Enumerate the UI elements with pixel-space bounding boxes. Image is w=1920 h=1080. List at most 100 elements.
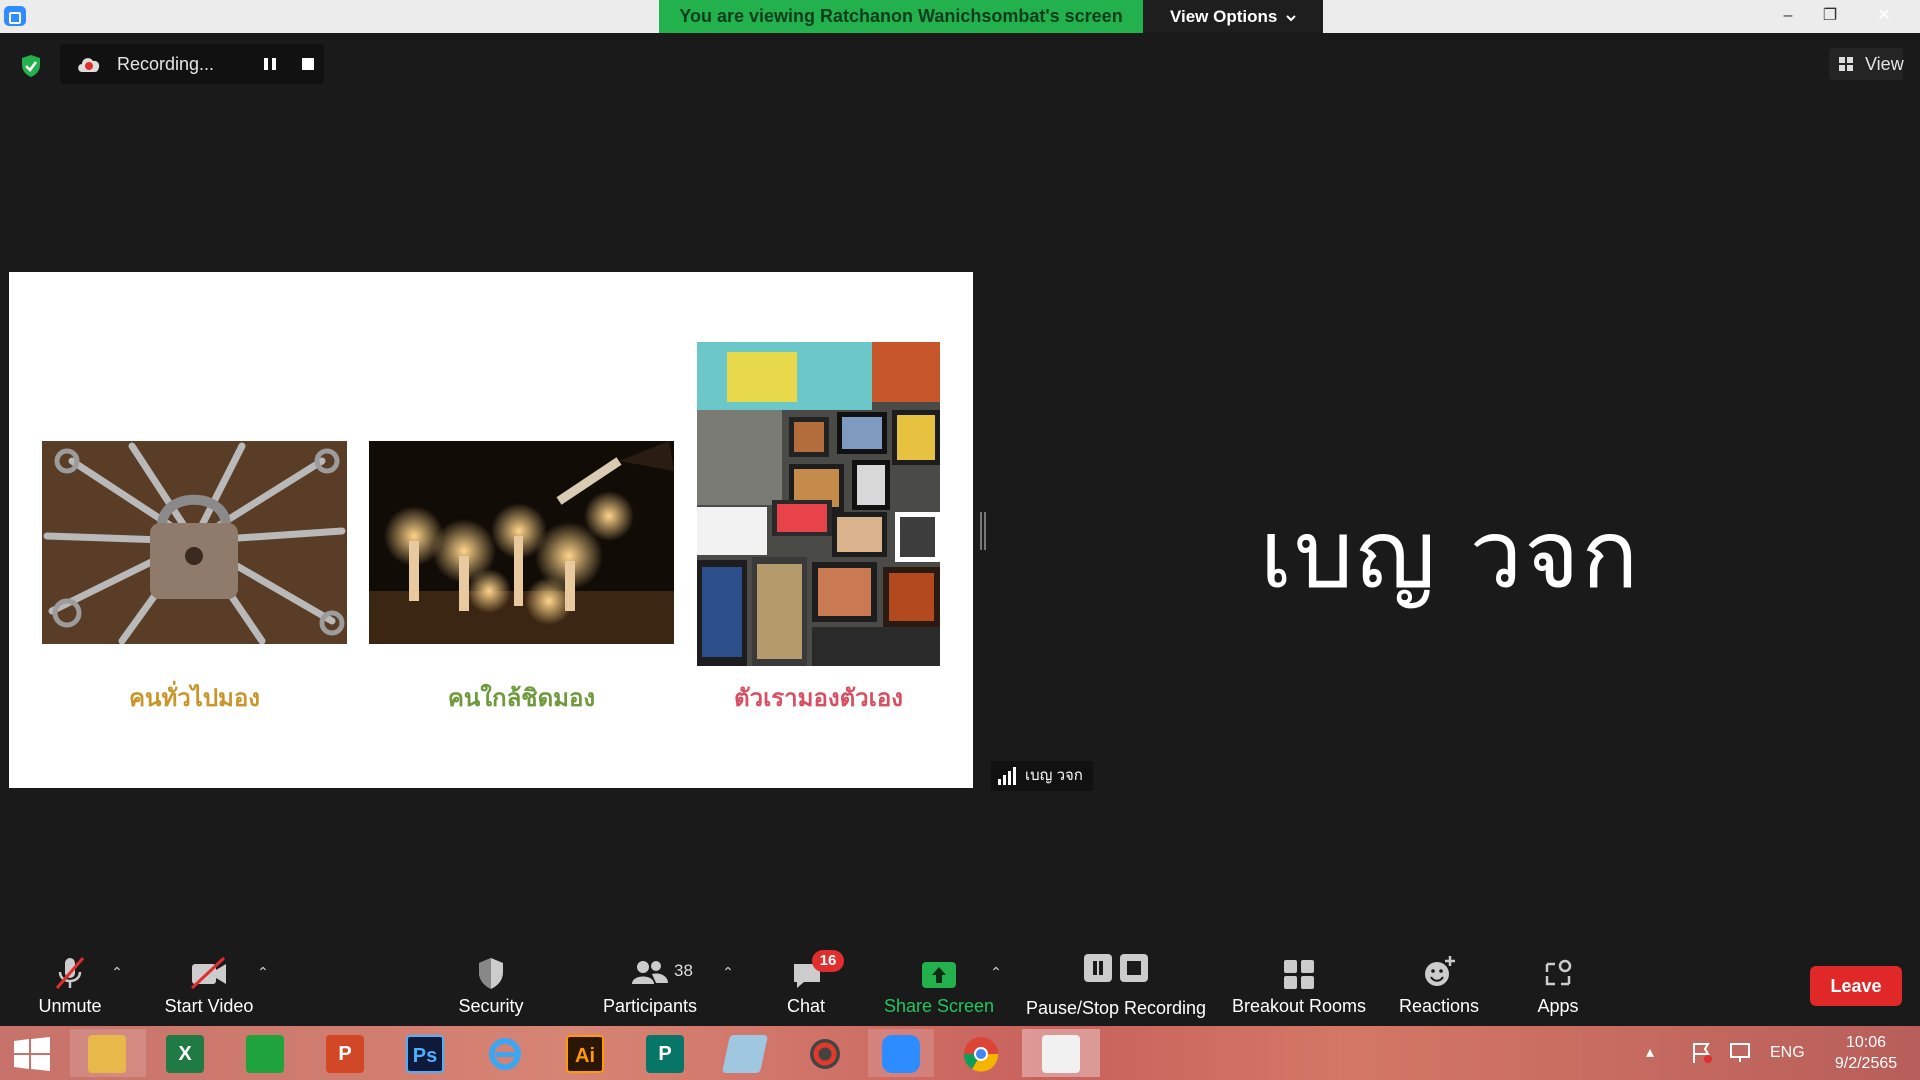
emoji-plus-icon: [1425, 956, 1455, 986]
keys-padlock-image: [42, 441, 347, 644]
pause-stop-recording-label: Pause/Stop Recording: [1025, 998, 1207, 1018]
apps-button[interactable]: Apps: [1534, 948, 1582, 1026]
zoom-app-icon: [4, 6, 26, 26]
excel-icon: X: [166, 1035, 204, 1073]
taskbar-file-explorer[interactable]: [70, 1029, 146, 1077]
video-off-icon: [190, 956, 226, 990]
clock-date: 9/2/2565: [1834, 1055, 1898, 1072]
pause-stop-recording-button[interactable]: Pause/Stop Recording: [1022, 948, 1210, 1026]
security-button[interactable]: Security: [448, 948, 534, 1026]
restore-button[interactable]: ❐: [1809, 0, 1851, 33]
chrome-icon: [963, 1037, 999, 1072]
candles-image: [369, 441, 674, 644]
stop-icon[interactable]: [296, 52, 320, 76]
notepad-icon: [721, 1035, 769, 1073]
microphone-muted-icon: [55, 957, 85, 989]
share-screen-button[interactable]: Share Screen: [882, 948, 996, 1026]
breakout-rooms-label: Breakout Rooms: [1231, 996, 1367, 1016]
cloud-recording-icon: [78, 58, 100, 72]
taskbar-store[interactable]: [234, 1029, 296, 1077]
caption-text-3: ตัวเรามองตัวเอง: [734, 685, 903, 712]
share-options-caret[interactable]: ⌃: [986, 964, 1006, 984]
speaker-name-display: เบญ วจก: [1259, 501, 1641, 610]
view-options-button[interactable]: View Options: [1143, 0, 1323, 33]
view-button[interactable]: View: [1829, 48, 1904, 80]
leave-button[interactable]: Leave: [1810, 966, 1902, 1006]
split-view-divider[interactable]: [980, 512, 986, 550]
shield-check-icon[interactable]: [20, 54, 42, 78]
caption-text-2: คนใกล้ชิดมอง: [447, 685, 596, 712]
windows-taskbar: X P Ps Ai P ▴ ENG 10:06 9/2/2565: [0, 1026, 1920, 1080]
windows-logo-icon: [14, 1037, 50, 1071]
shield-icon: [479, 958, 503, 989]
view-label: View: [1865, 54, 1904, 74]
taskbar-excel[interactable]: X: [154, 1029, 216, 1077]
taskbar-photoscape[interactable]: [794, 1029, 856, 1077]
zoom-icon: [882, 1035, 920, 1073]
pause-icon[interactable]: [258, 52, 282, 76]
participants-options-caret[interactable]: ⌃: [718, 964, 738, 984]
folder-icon: [88, 1035, 126, 1073]
participants-icon: [632, 961, 668, 984]
video-options-caret[interactable]: ⌃: [253, 964, 273, 984]
taskbar-zoom[interactable]: [868, 1029, 934, 1077]
tray-overflow-caret[interactable]: ▴: [1646, 1026, 1670, 1080]
viewing-banner: You are viewing Ratchanon Wanichsombat's…: [659, 0, 1143, 33]
share-screen-label: Share Screen: [883, 996, 995, 1016]
close-button[interactable]: ✕: [1855, 0, 1913, 33]
minimize-button[interactable]: ‒: [1767, 0, 1809, 33]
taskbar-notepad[interactable]: [714, 1029, 776, 1077]
participants-label: Participants: [602, 996, 698, 1016]
participant-name-tag: เบญ วจก: [991, 761, 1093, 791]
share-screen-icon: [922, 962, 956, 988]
taskbar-illustrator[interactable]: Ai: [554, 1029, 616, 1077]
internet-explorer-icon: [489, 1038, 521, 1070]
language-indicator[interactable]: ENG: [1770, 1026, 1810, 1080]
taskbar-internet-explorer[interactable]: [474, 1029, 536, 1077]
participant-name: เบญ วจก: [1025, 767, 1083, 784]
title-bar: You are viewing Ratchanon Wanichsombat's…: [0, 0, 1920, 33]
taskbar-chrome[interactable]: [950, 1029, 1012, 1077]
taskbar-powerpoint[interactable]: P: [314, 1029, 376, 1077]
clock[interactable]: 10:06 9/2/2565: [1824, 1026, 1908, 1080]
reactions-label: Reactions: [1398, 996, 1480, 1016]
clock-time: 10:06: [1845, 1034, 1887, 1051]
slide-caption-1: คนทั่วไปมอง: [42, 678, 347, 717]
audio-options-caret[interactable]: ⌃: [107, 964, 127, 984]
taskbar-powerpoint-active[interactable]: [1022, 1029, 1100, 1077]
apps-label: Apps: [1537, 996, 1579, 1016]
taskbar-photoshop[interactable]: Ps: [394, 1029, 456, 1077]
powerpoint-icon: P: [326, 1035, 364, 1073]
start-video-button[interactable]: Start Video: [154, 948, 264, 1026]
pause-stop-icon: [1084, 954, 1148, 982]
participants-count: 38: [674, 961, 693, 980]
store-bag-icon: [246, 1035, 284, 1073]
network-icon[interactable]: [1728, 1041, 1754, 1065]
security-label: Security: [458, 996, 524, 1016]
unmute-button[interactable]: Unmute: [24, 948, 116, 1026]
chat-label: Chat: [786, 996, 826, 1016]
powerpoint-slideshow-icon: [1042, 1035, 1080, 1073]
action-center-flag-icon[interactable]: [1690, 1041, 1714, 1065]
participants-button[interactable]: 38 Participants: [594, 948, 706, 1026]
slide-caption-3: ตัวเรามองตัวเอง: [697, 678, 940, 717]
view-options-label: View Options: [1169, 7, 1278, 26]
grid-icon: [1839, 57, 1853, 71]
taskbar-publisher[interactable]: P: [634, 1029, 696, 1077]
reactions-button[interactable]: Reactions: [1394, 948, 1484, 1026]
unmute-label: Unmute: [38, 996, 102, 1016]
recording-status: Recording...: [117, 54, 215, 74]
windows-start-button[interactable]: [0, 1029, 62, 1077]
start-video-label: Start Video: [164, 996, 254, 1016]
signal-bars-icon: [998, 767, 1016, 785]
caption-text-1: คนทั่วไปมอง: [128, 685, 260, 712]
publisher-icon: P: [646, 1035, 684, 1073]
photoshop-icon: Ps: [406, 1035, 444, 1073]
meeting-toolbar: Unmute ⌃ Start Video ⌃ Security 38 Parti…: [0, 948, 1920, 1026]
chevron-down-icon: [1286, 15, 1296, 22]
breakout-rooms-button[interactable]: Breakout Rooms: [1230, 948, 1368, 1026]
chat-unread-badge: 16: [812, 950, 844, 972]
picture-frames-wall-image: [697, 342, 940, 666]
recording-bar: Recording...: [60, 44, 324, 84]
shared-screen-slide: คนทั่วไปมอง คนใกล้ชิดมอง ตัวเรามองตัวเอง: [9, 272, 973, 788]
